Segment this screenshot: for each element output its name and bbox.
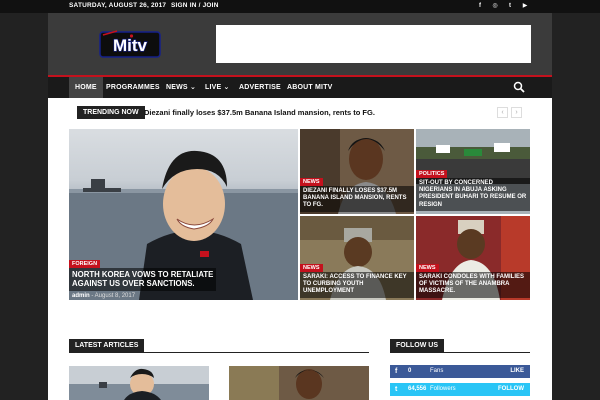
nav-news[interactable]: NEWS ⌄: [160, 77, 202, 98]
nav-advertise[interactable]: ADVERTISE: [233, 77, 287, 98]
trending-now-label: TRENDING NOW: [77, 106, 145, 119]
current-date: SATURDAY, AUGUST 26, 2017: [69, 2, 167, 9]
search-icon[interactable]: [513, 81, 525, 93]
header-ad-banner[interactable]: [216, 25, 531, 63]
featured-main-tile[interactable]: FOREIGN NORTH KOREA VOWS TO RETALIATE AG…: [69, 129, 298, 300]
featured-tile-saraki-finance[interactable]: NEWS SARAKI: ACCESS TO FINANCE KEY TO CU…: [300, 216, 414, 300]
twitter-follow-row[interactable]: t 64,556 Followers FOLLOW: [390, 383, 530, 396]
headline-line-2: AGAINST US OVER SANCTIONS.: [72, 279, 195, 289]
nav-programmes[interactable]: PROGRAMMES: [100, 77, 166, 98]
latest-thumb-1-photo: [69, 368, 209, 400]
fans-count: 0: [408, 368, 412, 374]
logo-text: Mitv: [113, 36, 148, 55]
tile-headline[interactable]: SARAKI: ACCESS TO FINANCE KEY TO CURBING…: [300, 272, 414, 298]
facebook-follow-row[interactable]: f 0 Fans LIKE: [390, 365, 530, 378]
featured-tile-sit-out[interactable]: POLITICS SIT-OUT BY CONCERNED NIGERIANS …: [416, 129, 530, 214]
like-button[interactable]: LIKE: [510, 365, 524, 378]
tile-headline[interactable]: SIT-OUT BY CONCERNED NIGERIANS IN ABUJA …: [416, 178, 530, 211]
trending-prev-button[interactable]: ‹: [497, 107, 508, 118]
headline-line-1: NORTH KOREA VOWS TO RETALIATE: [72, 270, 214, 279]
instagram-icon[interactable]: ◎: [490, 1, 500, 11]
latest-articles-rule: [69, 352, 369, 353]
article-meta: admin - August 8, 2017: [72, 293, 135, 299]
featured-tile-diezani[interactable]: NEWS DIEZANI FINALLY LOSES $37.5M BANANA…: [300, 129, 414, 214]
category-badge[interactable]: POLITICS: [416, 170, 448, 178]
site-header: Mitv: [48, 13, 552, 77]
article-date: - August 8, 2017: [91, 293, 136, 299]
category-badge[interactable]: NEWS: [300, 178, 323, 186]
followers-label: Followers: [430, 386, 456, 392]
followers-count: 64,556: [408, 386, 427, 392]
author-link[interactable]: admin: [72, 293, 90, 299]
latest-thumb-2-photo: [229, 366, 324, 400]
follow-us-heading: FOLLOW US: [390, 339, 444, 353]
tile-headline[interactable]: SARAKI CONDOLES WITH FAMILIES OF VICTIMS…: [416, 272, 530, 298]
latest-articles-heading: LATEST ARTICLES: [69, 339, 145, 353]
facebook-icon[interactable]: f: [475, 1, 485, 11]
fans-label: Fans: [430, 368, 444, 374]
twitter-icon: t: [395, 386, 398, 393]
top-bar: SATURDAY, AUGUST 26, 2017 SIGN IN / JOIN…: [0, 0, 600, 13]
latest-article-thumb-1[interactable]: [69, 366, 209, 400]
main-navigation: HOME PROGRAMMES NEWS ⌄ LIVE ⌄ ADVERTISE …: [48, 77, 552, 98]
nav-about-mitv[interactable]: ABOUT MITV: [281, 77, 339, 98]
category-badge[interactable]: FOREIGN: [69, 260, 101, 268]
category-badge[interactable]: NEWS: [416, 264, 439, 272]
follow-button[interactable]: FOLLOW: [498, 383, 524, 396]
nav-home[interactable]: HOME: [69, 77, 103, 98]
youtube-icon[interactable]: ▶: [520, 1, 530, 11]
facebook-icon: f: [395, 368, 398, 375]
twitter-icon[interactable]: t: [505, 1, 515, 11]
mitv-logo[interactable]: Mitv: [99, 29, 161, 59]
tile-headline[interactable]: DIEZANI FINALLY LOSES $37.5M BANANA ISLA…: [300, 186, 414, 212]
trending-headline-link[interactable]: Diezani finally loses $37.5m Banana Isla…: [144, 106, 375, 119]
featured-tile-saraki-condoles[interactable]: NEWS SARAKI CONDOLES WITH FAMILIES OF VI…: [416, 216, 530, 300]
featured-main-headline[interactable]: NORTH KOREA VOWS TO RETALIATE AGAINST US…: [69, 268, 217, 291]
latest-article-thumb-2[interactable]: [229, 366, 369, 400]
trending-next-button[interactable]: ›: [511, 107, 522, 118]
follow-us-rule: [390, 352, 530, 353]
sign-in-join-link[interactable]: SIGN IN / JOIN: [171, 2, 219, 9]
category-badge[interactable]: NEWS: [300, 264, 323, 272]
nav-live[interactable]: LIVE ⌄: [199, 77, 236, 98]
